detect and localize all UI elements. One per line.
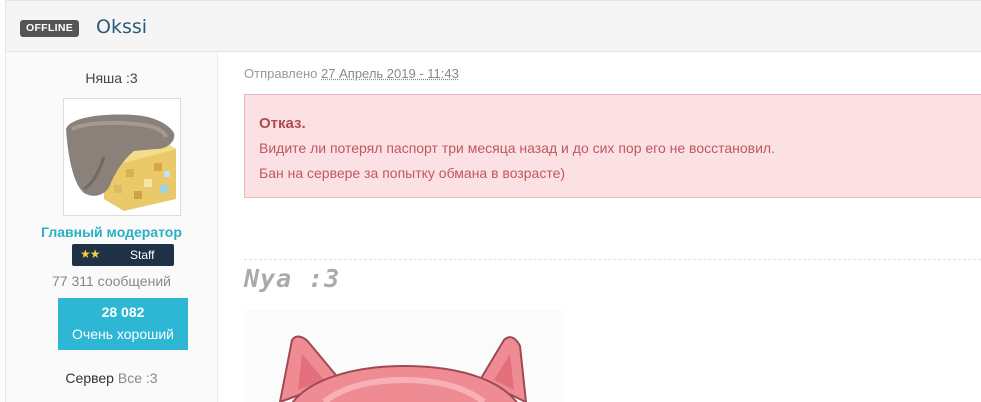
moderation-alert: Отказ. Видите ли потерял паспорт три мес… bbox=[244, 94, 981, 198]
user-sidebar: Няша :3 Главный модератор ★★ Staff 77 31… bbox=[5, 52, 218, 402]
reputation-value: 28 082 bbox=[101, 304, 145, 320]
post-content: Отправлено 27 Апрель 2019 - 11:43 Отказ.… bbox=[218, 52, 981, 402]
reputation-box[interactable]: 28 082 Очень хороший bbox=[58, 298, 188, 350]
avatar-image bbox=[64, 99, 180, 215]
server-value: Все :3 bbox=[117, 370, 158, 386]
posted-prefix: Отправлено bbox=[244, 66, 318, 81]
server-field: Сервер Все :3 bbox=[6, 370, 217, 386]
user-rank: Главный модератор bbox=[41, 224, 182, 240]
username-link[interactable]: Okssi bbox=[96, 16, 147, 38]
posted-date[interactable]: 27 Апрель 2019 - 11:43 bbox=[321, 66, 459, 81]
alert-title: Отказ. bbox=[259, 115, 306, 132]
alert-text-line: Бан на сервере за попытку обмана в возра… bbox=[259, 165, 566, 181]
posted-info: Отправлено 27 Апрель 2019 - 11:43 bbox=[244, 66, 459, 81]
status-badge: OFFLINE bbox=[20, 20, 80, 37]
post-count: 77 311 сообщений bbox=[52, 273, 171, 289]
staff-label: Staff bbox=[130, 248, 155, 262]
signature-text: Nya :3 bbox=[244, 264, 341, 293]
signature-divider bbox=[244, 259, 981, 260]
user-title: Няша :3 bbox=[85, 70, 138, 86]
staff-badge: ★★ Staff bbox=[72, 244, 174, 266]
reputation-label: Очень хороший bbox=[72, 326, 174, 342]
post-header: OFFLINE Okssi bbox=[5, 0, 981, 52]
server-label: Сервер bbox=[65, 370, 114, 386]
star-icon: ★★ bbox=[80, 247, 100, 261]
alert-text-line: Видите ли потерял паспорт три месяца наз… bbox=[259, 140, 775, 156]
avatar[interactable] bbox=[63, 98, 181, 216]
pink-cat-image bbox=[244, 310, 564, 402]
signature-image bbox=[244, 310, 564, 402]
